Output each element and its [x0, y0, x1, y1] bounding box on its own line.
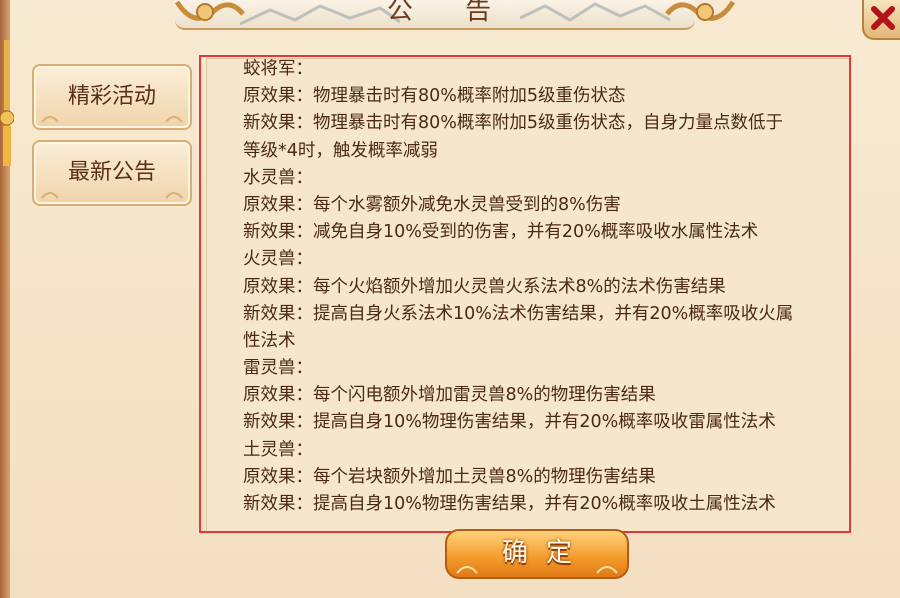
announcement-scroll-area[interactable]: 蛟将军： 原效果：物理暴击时有80%概率附加5级重伤状态新效果：物理暴击时有80%… — [206, 58, 850, 532]
announcement-line: 蛟将军： — [243, 59, 313, 79]
curl-ornament — [456, 566, 478, 574]
announcement-line: 等级*4时，触发概率减弱 — [243, 140, 438, 161]
announcement-line: 水灵兽： — [243, 167, 313, 188]
confirm-button[interactable]: 确定 — [445, 529, 629, 579]
announcement-line: 原效果：物理暴击时有80%概率附加5级重伤状态 — [243, 86, 626, 107]
curl-ornament — [596, 566, 618, 574]
announcement-line: 土灵兽： — [243, 439, 313, 460]
announcement-line: 新效果：提高自身10%物理伤害结果，并有20%概率吸收土属性法术 — [243, 494, 776, 514]
tab-featured-events-label: 精彩活动 — [67, 84, 156, 109]
cloud-ornament-left — [175, 0, 245, 21]
announcement-line: 原效果：每个火焰额外增加火灵兽火系法术8%的法术伤害结果 — [243, 276, 726, 297]
announcement-line: 原效果：每个水雾额外减免水灵兽受到的8%伤害 — [243, 194, 621, 215]
tab-featured-events[interactable]: 精彩活动 — [32, 64, 192, 130]
curl-ornament — [165, 192, 183, 199]
close-button[interactable] — [862, 0, 900, 40]
announcement-line: 新效果：提高自身火系法术10%法术伤害结果，并有20%概率吸收火属 — [243, 303, 794, 324]
tassel-ornament — [0, 40, 14, 166]
close-icon — [871, 6, 895, 30]
announcement-line: 新效果：减免自身10%受到的伤害，并有20%概率吸收水属性法术 — [243, 222, 759, 243]
cloud-ornament-right — [665, 0, 735, 21]
confirm-button-label: 确定 — [501, 538, 590, 568]
announcement-line: 新效果：物理暴击时有80%概率附加5级重伤状态，自身力量点数低于 — [243, 113, 784, 134]
announcement-line: 原效果：每个闪电额外增加雷灵兽8%的物理伤害结果 — [243, 385, 656, 406]
announcement-line: 原效果：每个岩块额外增加土灵兽8%的物理伤害结果 — [243, 466, 656, 487]
announcement-text: 蛟将军： 原效果：物理暴击时有80%概率附加5级重伤状态新效果：物理暴击时有80%… — [243, 59, 847, 518]
announcement-line: 性法术 — [243, 330, 296, 351]
curl-ornament — [41, 116, 59, 123]
tab-latest-announcements[interactable]: 最新公告 — [32, 140, 192, 206]
curl-ornament — [41, 192, 59, 199]
page-title: 公 告 — [386, 0, 514, 26]
announcement-line: 新效果：提高自身10%物理伤害结果，并有20%概率吸收雷属性法术 — [243, 412, 776, 433]
curl-ornament — [165, 116, 183, 123]
announcement-line: 雷灵兽： — [243, 358, 313, 379]
announcement-line: 火灵兽： — [243, 249, 313, 270]
ink-landscape-right — [520, 2, 670, 22]
tab-latest-announcements-label: 最新公告 — [67, 160, 156, 185]
